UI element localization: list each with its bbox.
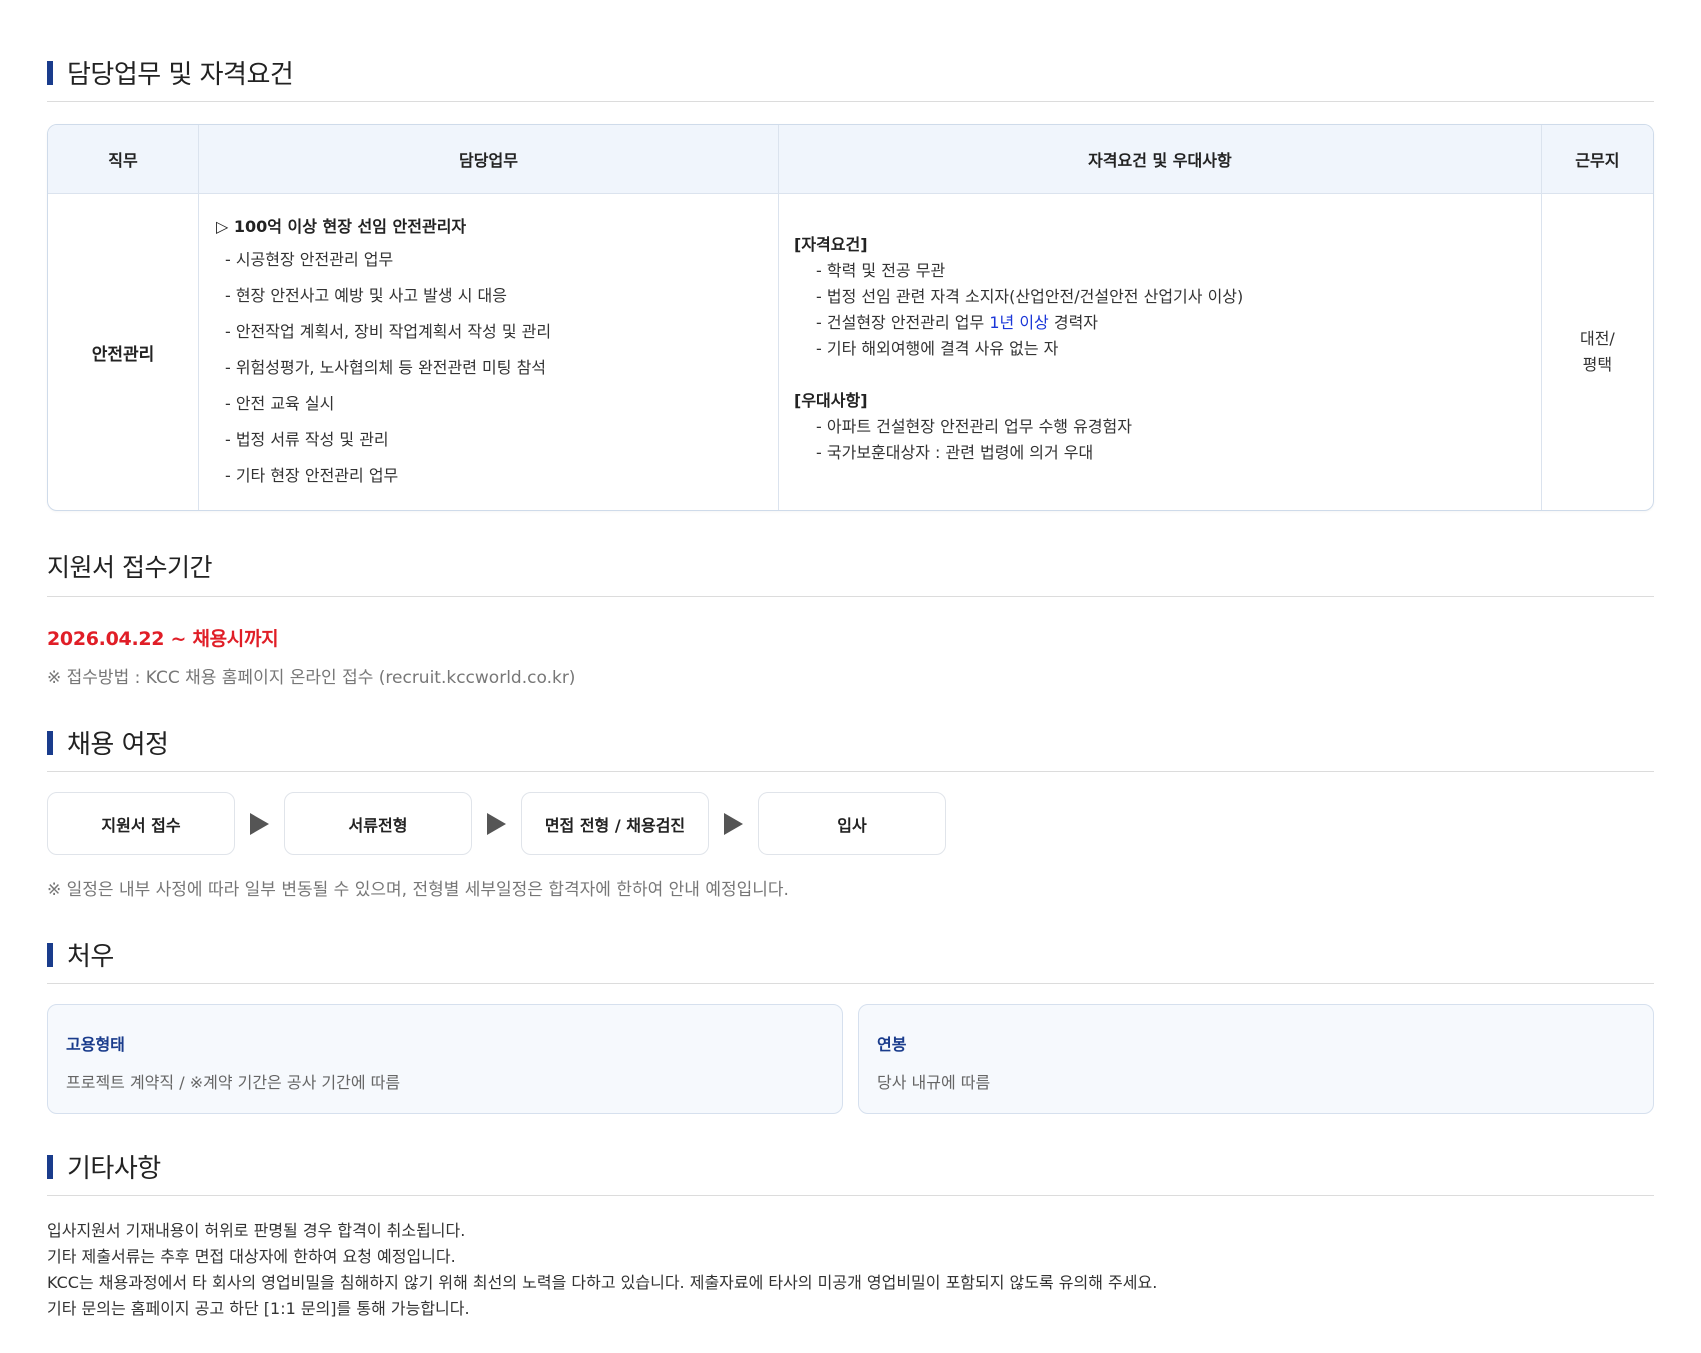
arrow-right-icon: [472, 812, 521, 835]
etc-line: 입사지원서 기재내용이 허위로 판명될 경우 합격이 취소됩니다.: [47, 1221, 466, 1240]
benefit-cards: 고용형태 프로젝트 계약직 / ※계약 기간은 공사 기간에 따름 연봉 당사 …: [47, 1004, 1654, 1114]
section-marker: [47, 60, 53, 85]
etc-notes: 입사지원서 기재내용이 허위로 판명될 경우 합격이 취소됩니다. 기타 제출서…: [47, 1218, 1654, 1322]
section-title: 담당업무 및 자격요건: [67, 60, 294, 90]
qualification-heading: [자격요건]: [794, 235, 868, 254]
qualification-list: - 학력 및 전공 무관 - 법정 선임 관련 자격 소지자(산업안전/건설안전…: [794, 258, 1541, 362]
qual-text: - 건설현장 안전관리 업무: [816, 313, 990, 332]
benefit-description: 프로젝트 계약직 / ※계약 기간은 공사 기간에 따름: [66, 1073, 401, 1092]
list-item: - 위험성평가, 노사협의체 등 완전관련 미팅 참석: [224, 358, 547, 377]
list-item: - 안전 교육 실시: [224, 394, 335, 413]
list-item: - 기타 현장 안전관리 업무: [224, 466, 399, 485]
section-header-etc: 기타사항: [47, 1150, 1654, 1196]
duty-cell: ▷ 100억 이상 현장 선임 안전관리자 - 시공현장 안전관리 업무 - 현…: [199, 194, 780, 510]
section-marker: [47, 942, 53, 967]
location-line: 평택: [1582, 355, 1613, 374]
highlight-text: 1년 이상: [989, 313, 1049, 332]
process-step: 서류전형: [284, 792, 472, 855]
location-line: 대전/: [1579, 329, 1615, 348]
arrow-right-icon: [235, 812, 284, 835]
benefit-card-employment: 고용형태 프로젝트 계약직 / ※계약 기간은 공사 기간에 따름: [47, 1004, 843, 1114]
process-step: 면접 전형 / 채용검진: [521, 792, 709, 855]
table-header-row: 직무 담당업무 자격요건 및 우대사항 근무지: [48, 125, 1653, 194]
list-item: - 법정 선임 관련 자격 소지자(산업안전/건설안전 산업기사 이상): [816, 287, 1244, 306]
header-duty: 담당업무: [199, 125, 779, 193]
list-item: - 시공현장 안전관리 업무: [224, 250, 394, 269]
qual-text: 경력자: [1048, 313, 1099, 332]
benefit-card-salary: 연봉 당사 내규에 따름: [858, 1004, 1654, 1114]
benefit-title: 연봉: [877, 1035, 907, 1054]
table-row: 안전관리 ▷ 100억 이상 현장 선임 안전관리자 - 시공현장 안전관리 업…: [48, 194, 1653, 510]
section-header-process: 채용 여정: [47, 726, 1654, 772]
job-cell: 안전관리: [48, 194, 199, 510]
section-header-benefits: 처우: [47, 938, 1654, 984]
etc-line: 기타 제출서류는 추후 면접 대상자에 한하여 요청 예정입니다.: [47, 1247, 456, 1266]
preference-list: - 아파트 건설현장 안전관리 업무 수행 유경험자 - 국가보훈대상자 : 관…: [794, 414, 1541, 466]
section-marker: [47, 1154, 53, 1179]
benefit-title: 고용형태: [66, 1035, 125, 1054]
section-title: 채용 여정: [67, 730, 169, 760]
application-method-note: ※ 접수방법 : KCC 채용 홈페이지 온라인 접수 (recruit.kcc…: [47, 668, 576, 688]
benefit-description: 당사 내규에 따름: [877, 1073, 991, 1092]
header-location: 근무지: [1575, 151, 1620, 170]
duty-list: - 시공현장 안전관리 업무 - 현장 안전사고 예방 및 사고 발생 시 대응…: [216, 242, 778, 494]
location-cell: 대전/평택: [1542, 194, 1653, 510]
list-item: - 안전작업 계획서, 장비 작업계획서 작성 및 관리: [224, 322, 552, 341]
etc-line: KCC는 채용과정에서 타 회사의 영업비밀을 침해하지 않기 위해 최선의 노…: [47, 1273, 1158, 1292]
qualification-cell: [자격요건] - 학력 및 전공 무관 - 법정 선임 관련 자격 소지자(산업…: [779, 194, 1542, 510]
section-marker: [47, 730, 53, 755]
list-item: - 아파트 건설현장 안전관리 업무 수행 유경험자: [816, 417, 1132, 436]
list-item: - 현장 안전사고 예방 및 사고 발생 시 대응: [224, 286, 507, 305]
arrow-right-icon: [709, 812, 758, 835]
etc-line: 기타 문의는 홈페이지 공고 하단 [1:1 문의]를 통해 가능합니다.: [47, 1299, 470, 1318]
section-header-period: 지원서 접수기간: [47, 547, 1654, 597]
list-item: - 학력 및 전공 무관: [816, 261, 946, 280]
process-note: ※ 일정은 내부 사정에 따라 일부 변동될 수 있으며, 전형별 세부일정은 …: [47, 880, 789, 900]
process-step: 입사: [758, 792, 946, 855]
preference-heading: [우대사항]: [794, 391, 868, 410]
header-qualification: 자격요건 및 우대사항: [779, 125, 1542, 193]
section-title: 지원서 접수기간: [47, 552, 212, 582]
list-item: - 건설현장 안전관리 업무 1년 이상 경력자: [794, 310, 1541, 336]
list-item: - 법정 서류 작성 및 관리: [224, 430, 389, 449]
section-title: 처우: [67, 942, 114, 972]
duties-table: 직무 담당업무 자격요건 및 우대사항 근무지 안전관리 ▷ 100억 이상 현…: [47, 124, 1654, 511]
list-item: - 기타 해외여행에 결격 사유 없는 자: [816, 339, 1059, 358]
job-posting-page: 담당업무 및 자격요건 직무 담당업무 자격요건 및 우대사항 근무지 안전관리…: [0, 56, 1701, 1322]
section-title: 기타사항: [67, 1154, 161, 1184]
process-steps: 지원서 접수 서류전형 면접 전형 / 채용검진 입사: [47, 792, 1654, 855]
list-item: - 국가보훈대상자 : 관련 법령에 의거 우대: [816, 443, 1094, 462]
process-step: 지원서 접수: [47, 792, 235, 855]
duty-title: ▷ 100억 이상 현장 선임 안전관리자: [215, 217, 467, 236]
application-period: 2026.04.22 ~ 채용시까지: [47, 628, 279, 650]
section-header-duties: 담당업무 및 자격요건: [47, 56, 1654, 102]
header-job: 직무: [48, 125, 199, 193]
